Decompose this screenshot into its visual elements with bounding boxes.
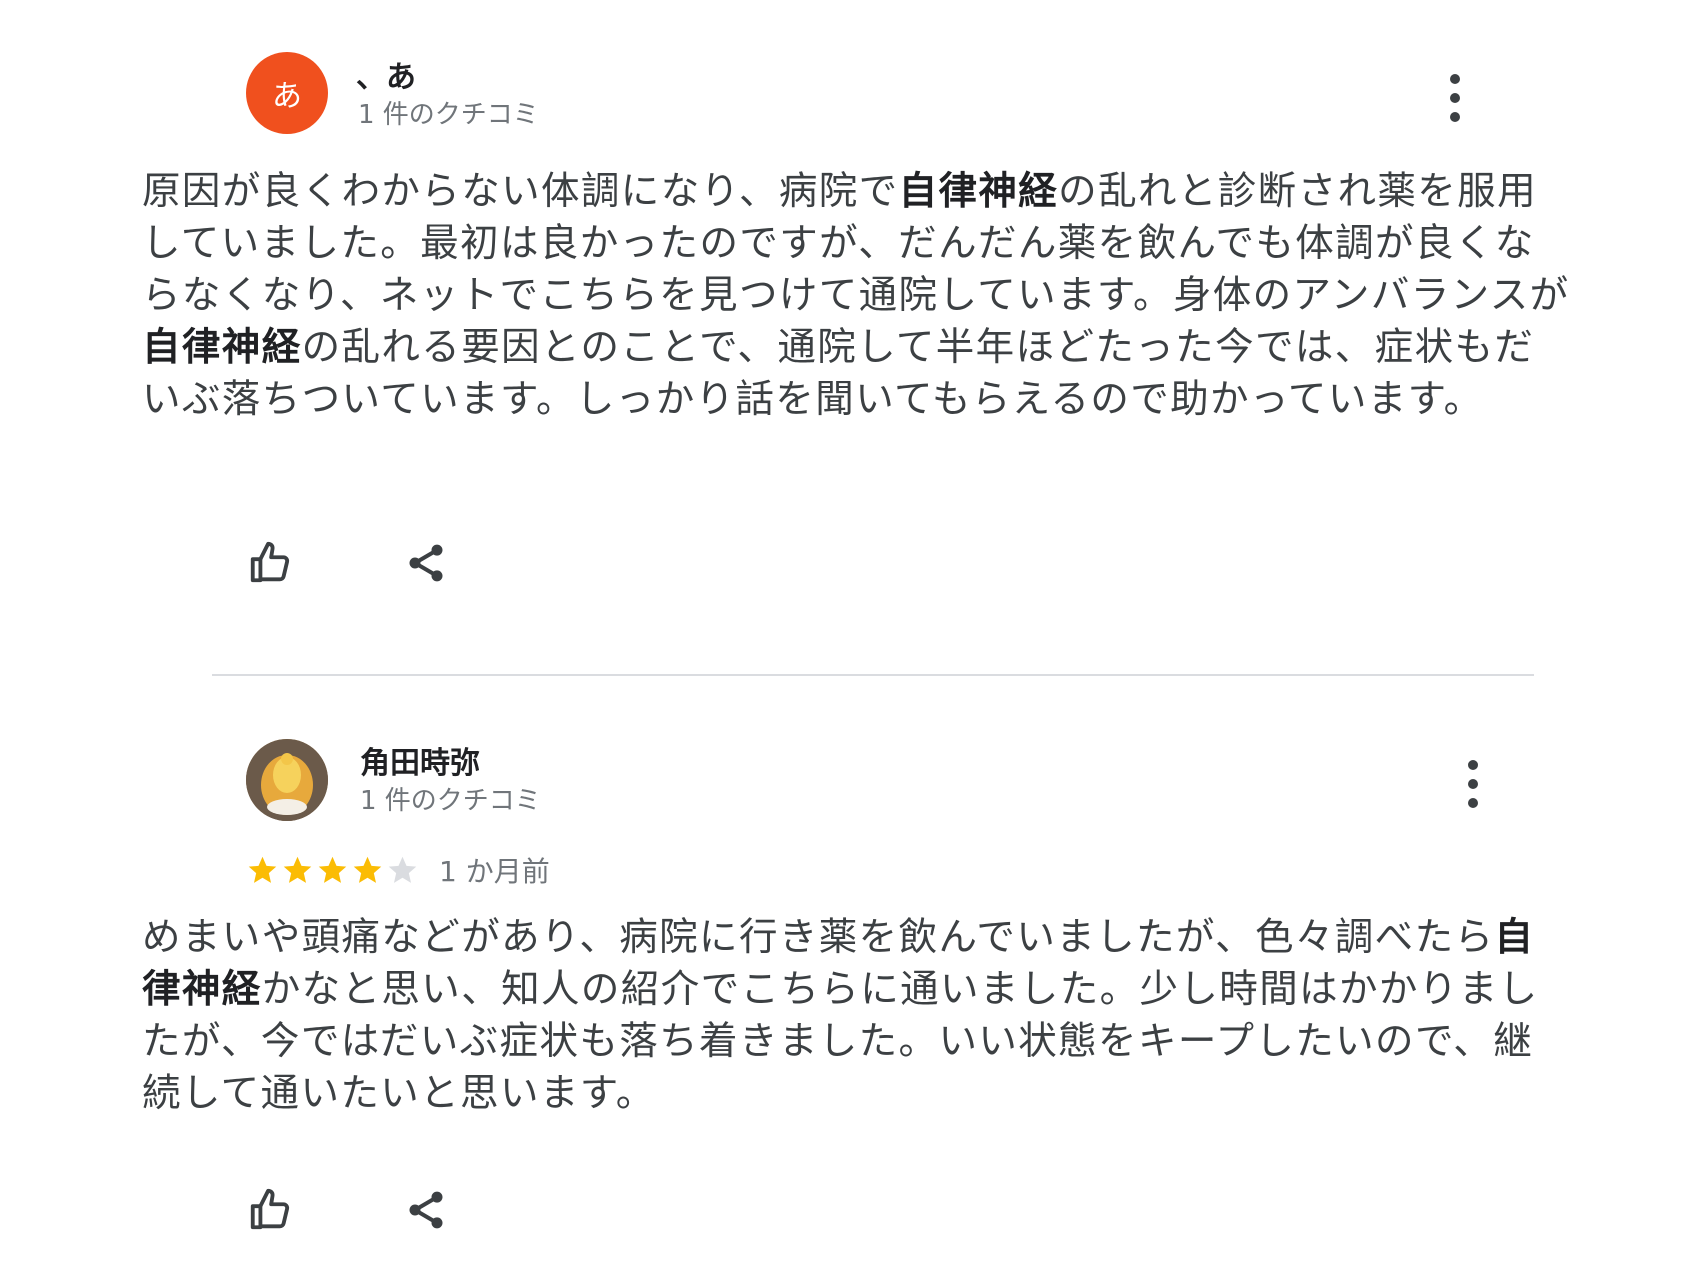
menu-dot (1450, 112, 1460, 122)
share-button[interactable] (398, 1182, 454, 1238)
review-text: めまいや頭痛などがあり、病院に行き薬を飲んでいましたが、色々調べたら自律神経かな… (142, 912, 1572, 1120)
rating-row: 1 か月前 (246, 850, 550, 890)
author-name[interactable]: 、あ (356, 52, 416, 96)
review-card: 角田時弥 1 件のクチコミ 1 か月前 めまいや頭痛などがあり、病院に行き薬を飲… (0, 680, 1707, 1280)
review-card: あ 、あ 1 件のクチコミ 原因が良くわからない体調になり、病院で自律神経の乱れ… (0, 0, 1707, 660)
avatar-letter: あ (272, 79, 302, 114)
review-text-segment: めまいや頭痛などがあり、病院に行き薬を飲んでいましたが、色々調べたら (142, 915, 1495, 960)
star-rating (246, 854, 421, 887)
more-options-button[interactable] (1458, 756, 1488, 812)
menu-dot (1468, 779, 1478, 789)
review-date: 1 か月前 (439, 855, 550, 888)
highlighted-keyword: 自律神経 (898, 169, 1059, 214)
like-button[interactable] (242, 535, 298, 591)
review-count[interactable]: 1 件のクチコミ (358, 94, 539, 131)
menu-dot (1468, 798, 1478, 808)
more-options-button[interactable] (1440, 70, 1470, 126)
review-text: 原因が良くわからない体調になり、病院で自律神経の乱れと診断され薬を服用していまし… (142, 166, 1572, 426)
review-text-segment: かなと思い、知人の紹介でこちらに通いました。少し時間はかかりましたが、今ではだい… (142, 967, 1539, 1116)
menu-dot (1450, 93, 1460, 103)
more-vert-icon (1450, 74, 1460, 84)
highlighted-keyword: 自律神経 (142, 325, 302, 370)
divider (212, 674, 1534, 676)
more-vert-icon (1468, 760, 1478, 770)
share-icon (409, 544, 443, 582)
share-icon (409, 1191, 443, 1229)
star-empty-icon (388, 856, 417, 883)
review-text-segment: の乱れる要因とのことで、通院して半年ほどたった今では、症状もだいぶ落ちついていま… (142, 325, 1535, 422)
review-count[interactable]: 1 件のクチコミ (360, 780, 541, 817)
share-button[interactable] (398, 535, 454, 591)
star-filled-icon (353, 856, 382, 883)
star-filled-icon (318, 856, 347, 883)
thumbs-up-icon (250, 541, 290, 583)
review-text-segment: 原因が良くわからない体調になり、病院で (142, 169, 899, 214)
thumbs-up-icon (250, 1188, 290, 1230)
like-button[interactable] (242, 1182, 298, 1238)
avatar[interactable]: あ (246, 52, 328, 134)
star-filled-icon (283, 856, 312, 883)
avatar-photo (246, 739, 328, 821)
avatar[interactable] (246, 739, 328, 821)
author-name[interactable]: 角田時弥 (360, 738, 480, 782)
star-filled-icon (248, 856, 277, 883)
review-actions (242, 533, 454, 593)
review-actions (242, 1180, 454, 1240)
